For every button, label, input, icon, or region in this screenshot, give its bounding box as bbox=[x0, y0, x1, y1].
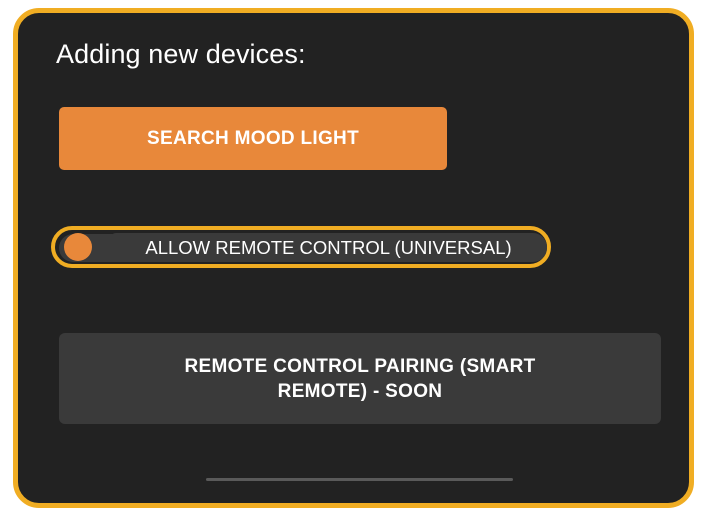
allow-remote-control-toggle[interactable]: ALLOW REMOTE CONTROL (UNIVERSAL) bbox=[51, 226, 551, 268]
toggle-knob[interactable] bbox=[64, 233, 92, 261]
allow-remote-control-label[interactable]: ALLOW REMOTE CONTROL (UNIVERSAL) bbox=[110, 233, 547, 262]
remote-control-pairing-button[interactable]: REMOTE CONTROL PAIRING (SMART REMOTE) - … bbox=[59, 333, 661, 424]
remote-control-pairing-label: REMOTE CONTROL PAIRING (SMART REMOTE) - … bbox=[184, 355, 536, 402]
home-indicator bbox=[206, 478, 513, 481]
section-heading: Adding new devices: bbox=[56, 39, 306, 69]
device-settings-panel: Adding new devices: SEARCH MOOD LIGHT AL… bbox=[13, 8, 694, 508]
search-mood-light-label: SEARCH MOOD LIGHT bbox=[147, 127, 359, 149]
search-mood-light-button[interactable]: SEARCH MOOD LIGHT bbox=[59, 107, 447, 170]
